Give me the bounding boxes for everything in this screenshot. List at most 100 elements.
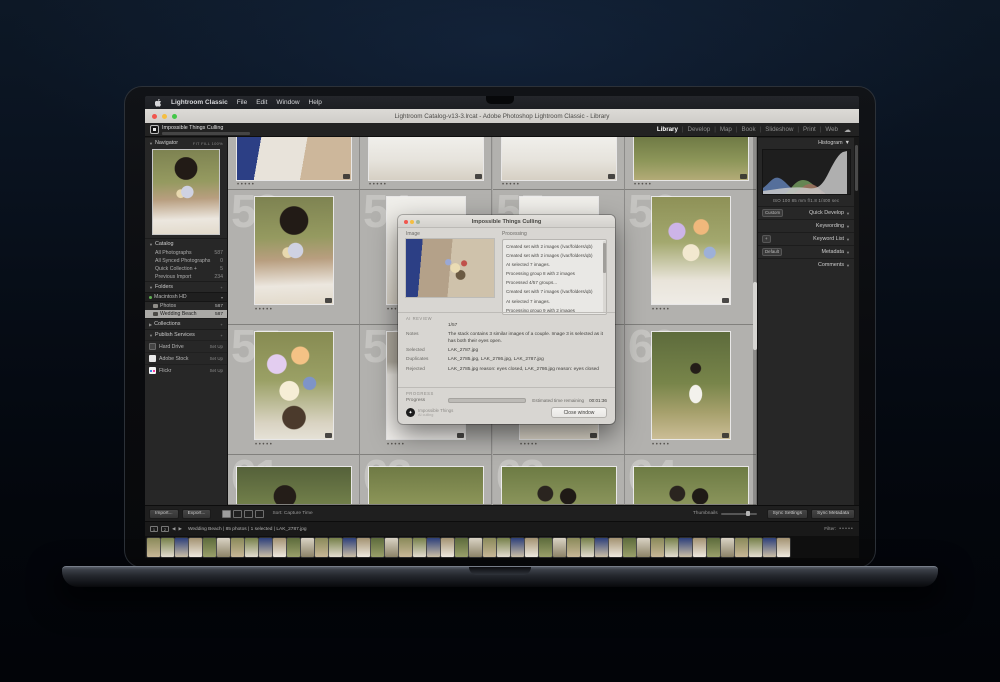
tab-web[interactable]: Web (825, 126, 838, 133)
star-rating[interactable]: ••••• (369, 182, 388, 188)
filmstrip-thumbnail[interactable] (749, 538, 762, 557)
filmstrip-thumbnail[interactable] (581, 538, 594, 557)
folder-item-photos[interactable]: Photos 587 (145, 302, 227, 310)
menu-window[interactable]: Window (276, 99, 299, 106)
photo-thumbnail[interactable] (255, 197, 333, 304)
photo-thumbnail[interactable] (237, 137, 351, 180)
grid-cell-57[interactable]: 57 ••••• (228, 325, 360, 455)
grid-cell[interactable]: ••••• (228, 137, 360, 190)
processing-log[interactable]: Created set with 2 images (/var/folders/… (502, 239, 607, 315)
filmstrip-thumbnail[interactable] (455, 538, 468, 557)
filmstrip-thumbnail[interactable] (483, 538, 496, 557)
comments-section[interactable]: Comments▼ (758, 258, 854, 271)
grid-cell-53[interactable]: 53 ••••• (228, 190, 360, 325)
photo-thumbnail[interactable] (502, 137, 616, 180)
sync-settings-button[interactable]: Sync Settings (767, 509, 808, 519)
photo-thumbnail[interactable] (652, 197, 730, 304)
filmstrip-thumbnail[interactable] (217, 538, 230, 557)
photo-thumbnail[interactable] (255, 332, 333, 439)
star-rating[interactable]: ••••• (255, 307, 274, 313)
filmstrip-thumbnail[interactable] (245, 538, 258, 557)
metadata-preset-dropdown[interactable]: Default (762, 248, 782, 256)
filmstrip-thumbnail[interactable] (539, 538, 552, 557)
catalog-item-quick-collection[interactable]: Quick Collection + 5 (145, 265, 227, 273)
filmstrip-thumbnail[interactable] (343, 538, 356, 557)
filmstrip-thumbnail[interactable] (413, 538, 426, 557)
filmstrip-thumbnail[interactable] (777, 538, 790, 557)
grid-cell-61[interactable]: 61 (228, 455, 360, 505)
filmstrip-source-info[interactable]: Wedding Beach | 85 photos | 1 selected |… (188, 527, 307, 532)
photo-thumbnail[interactable] (369, 137, 483, 180)
filmstrip-thumbnail[interactable] (511, 538, 524, 557)
tab-book[interactable]: Book (741, 126, 755, 133)
panel-scrollbar[interactable] (854, 137, 859, 505)
histogram-header[interactable]: Histogram ▼ (758, 137, 854, 148)
sort-order[interactable]: Sort: Capture Time (272, 511, 312, 516)
grid-scrollbar-thumb[interactable] (753, 282, 757, 350)
log-scrollbar[interactable] (603, 241, 606, 313)
filmstrip-thumbnail[interactable] (763, 538, 776, 557)
filmstrip-thumbnail[interactable] (721, 538, 734, 557)
keywording-section[interactable]: Keywording▼ (758, 219, 854, 232)
loupe-view-icon[interactable] (233, 510, 242, 518)
filter-star-dots[interactable]: ••••• (839, 526, 854, 532)
star-rating[interactable]: ••••• (634, 182, 653, 188)
add-keyword-button[interactable]: + (762, 235, 771, 243)
tab-slideshow[interactable]: Slideshow (765, 126, 793, 133)
tab-library[interactable]: Library (657, 126, 678, 133)
star-rating[interactable]: ••••• (652, 442, 671, 448)
filmstrip-thumbnail[interactable] (595, 538, 608, 557)
filmstrip-thumbnail[interactable] (497, 538, 510, 557)
add-collection-button[interactable]: + (220, 322, 223, 327)
filmstrip-thumbnail[interactable] (231, 538, 244, 557)
catalog-item-previous-import[interactable]: Previous Import 234 (145, 273, 227, 281)
filmstrip-thumbnail[interactable] (427, 538, 440, 557)
filmstrip-thumbnail[interactable] (469, 538, 482, 557)
filmstrip-back-icon[interactable]: ◀ (172, 526, 175, 532)
grid-cell[interactable]: ••••• (493, 137, 625, 190)
star-rating[interactable]: ••••• (652, 307, 671, 313)
filmstrip-thumbnail[interactable] (651, 538, 664, 557)
menu-file[interactable]: File (237, 99, 247, 106)
filmstrip-thumbnail[interactable] (329, 538, 342, 557)
filmstrip-thumbnail[interactable] (693, 538, 706, 557)
filmstrip-thumbnail[interactable] (189, 538, 202, 557)
filmstrip-thumbnail[interactable] (609, 538, 622, 557)
tab-print[interactable]: Print (803, 126, 816, 133)
filmstrip-thumbnail[interactable] (623, 538, 636, 557)
grid-cell-63[interactable]: 63 (493, 455, 625, 505)
cloud-sync-icon[interactable]: ☁ (844, 126, 851, 134)
filmstrip-thumbnail[interactable] (665, 538, 678, 557)
catalog-item-synced[interactable]: All Synced Photographs 0 (145, 257, 227, 265)
star-rating[interactable]: ••••• (237, 182, 256, 188)
import-button[interactable]: Import... (149, 509, 179, 519)
grid-cell-60[interactable]: 60 ••••• (625, 325, 757, 455)
photo-thumbnail[interactable] (369, 467, 483, 505)
filmstrip-thumbnail[interactable] (385, 538, 398, 557)
second-window-icon[interactable]: 2 (161, 526, 169, 532)
star-rating[interactable]: ••••• (255, 442, 274, 448)
menu-app-name[interactable]: Lightroom Classic (171, 99, 228, 106)
catalog-header[interactable]: ▼ Catalog (145, 238, 227, 249)
star-rating[interactable]: ••••• (520, 442, 539, 448)
navigator-header[interactable]: ▼ Navigator FIT FILL 100% (145, 137, 227, 148)
close-window-button[interactable]: Close window (551, 407, 607, 418)
publish-services-header[interactable]: ▼ Publish Services + (145, 329, 227, 340)
filmstrip-thumbnail[interactable] (567, 538, 580, 557)
filmstrip-thumbnail[interactable] (315, 538, 328, 557)
photo-thumbnail[interactable] (502, 467, 616, 505)
filmstrip-thumbnail[interactable] (273, 538, 286, 557)
slider-knob[interactable] (746, 511, 750, 516)
filmstrip-thumbnail[interactable] (707, 538, 720, 557)
star-rating[interactable]: ••••• (502, 182, 521, 188)
filmstrip-thumbnail[interactable] (259, 538, 272, 557)
sync-metadata-button[interactable]: Sync Metadata (811, 509, 855, 519)
filmstrip-thumbnail[interactable] (161, 538, 174, 557)
filmstrip-thumbnail[interactable] (637, 538, 650, 557)
filmstrip-thumbnail[interactable] (175, 538, 188, 557)
volume-bar[interactable]: Macintosh HD ▾ (145, 292, 227, 302)
add-publish-service-button[interactable]: + (220, 333, 223, 338)
menu-help[interactable]: Help (309, 99, 322, 106)
activity-monitor[interactable]: Impossible Things Culling (150, 125, 250, 135)
histogram[interactable] (762, 149, 851, 195)
